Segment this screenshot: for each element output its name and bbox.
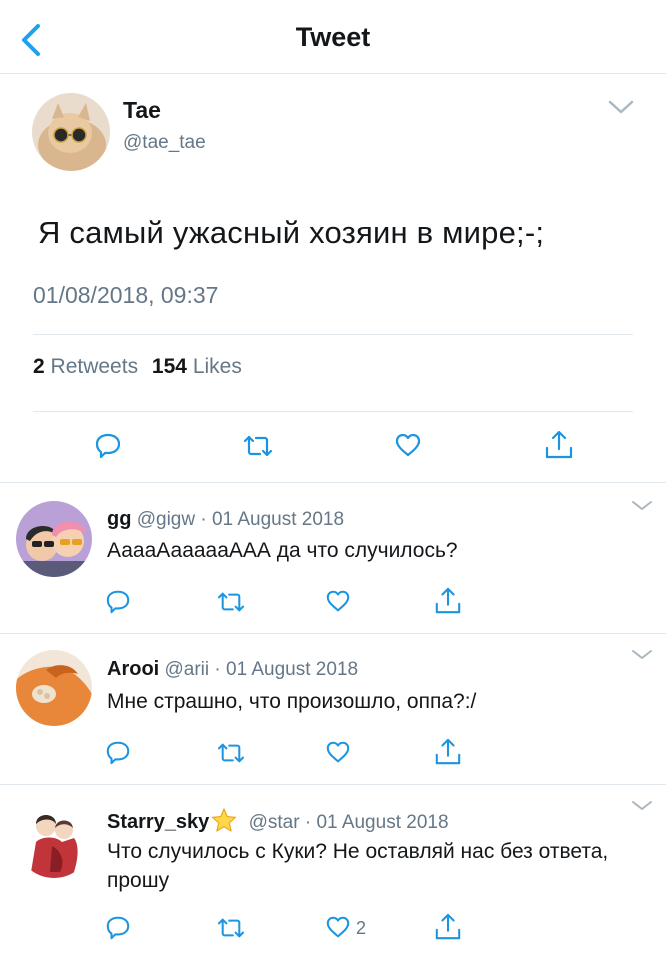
reply-icon (106, 741, 130, 765)
reply-user-name[interactable]: Arooi (107, 658, 159, 680)
share-button[interactable] (434, 738, 462, 766)
retweet-icon (217, 592, 245, 612)
heart-icon (326, 590, 350, 612)
retweet-button[interactable] (216, 916, 246, 940)
star-icon (211, 808, 237, 832)
reply-tweet[interactable]: Arooi @arii · 01 August 2018 Мне страшно… (0, 635, 666, 785)
tweet-menu-button[interactable] (606, 97, 636, 117)
tweet-datetime: 01/08/2018, 09:37 (33, 282, 219, 308)
share-button[interactable] (434, 587, 462, 615)
likes-label[interactable]: Likes (193, 355, 242, 378)
divider (33, 334, 633, 335)
chevron-down-icon (608, 100, 634, 114)
retweet-button[interactable] (216, 590, 246, 614)
reply-date[interactable]: 01 August 2018 (226, 659, 358, 680)
reply-user-name[interactable]: Starry_sky (107, 811, 209, 833)
reply-menu-button[interactable] (630, 498, 654, 514)
reply-tweet[interactable]: gg @gigw · 01 August 2018 АаааАаааааААА … (0, 484, 666, 634)
separator-dot: · (214, 659, 221, 680)
reply-text: Мне страшно, что произошло, оппа?:/ (107, 690, 477, 713)
reply-button[interactable] (105, 739, 131, 765)
reply-user-handle[interactable]: @star (249, 812, 300, 833)
share-button[interactable] (434, 913, 462, 941)
avatar[interactable] (16, 650, 92, 726)
reply-tweet[interactable]: Starry_sky @star · 01 August 2018 Что сл… (0, 786, 666, 960)
likes-count[interactable]: 154 (152, 355, 187, 378)
top-bar: Tweet (0, 0, 666, 74)
share-icon (435, 587, 461, 614)
reply-button[interactable] (94, 431, 122, 459)
divider (33, 411, 633, 412)
heart-icon (326, 741, 350, 763)
like-button[interactable] (325, 588, 351, 614)
like-button[interactable] (325, 914, 351, 940)
reply-header: gg @gigw · 01 August 2018 (107, 508, 344, 531)
reply-icon (106, 590, 130, 614)
share-icon (545, 430, 573, 459)
reply-header: Starry_sky @star · 01 August 2018 (107, 808, 449, 834)
retweet-button[interactable] (242, 433, 274, 459)
user-handle[interactable]: @tae_tae (123, 132, 206, 154)
heart-icon (326, 916, 350, 938)
chevron-down-icon (632, 801, 652, 810)
main-tweet: Tae @tae_tae Я самый ужасный хозяин в ми… (0, 75, 666, 483)
reply-button[interactable] (105, 588, 131, 614)
like-button[interactable] (394, 431, 422, 459)
reply-menu-button[interactable] (630, 647, 654, 663)
retweet-icon (217, 918, 245, 938)
like-button[interactable] (325, 739, 351, 765)
reply-button[interactable] (105, 914, 131, 940)
share-icon (435, 913, 461, 940)
user-name[interactable]: Tae (123, 97, 161, 124)
reply-date[interactable]: 01 August 2018 (316, 812, 448, 833)
reply-user-handle[interactable]: @gigw (137, 509, 195, 530)
reply-icon (106, 916, 130, 940)
heart-icon (395, 433, 421, 457)
reply-menu-button[interactable] (630, 798, 654, 814)
reply-icon (95, 433, 121, 459)
avatar[interactable] (32, 93, 110, 171)
like-count: 2 (356, 918, 367, 938)
retweets-count[interactable]: 2 (33, 355, 45, 378)
reply-user-handle[interactable]: @arii (165, 659, 210, 680)
retweet-icon (217, 743, 245, 763)
tweet-stats: 2 Retweets 154 Likes (33, 355, 242, 379)
reply-header: Arooi @arii · 01 August 2018 (107, 658, 358, 681)
separator-dot: · (200, 509, 207, 530)
share-icon (435, 738, 461, 765)
share-button[interactable] (544, 430, 574, 460)
chevron-down-icon (632, 650, 652, 659)
page-title: Tweet (295, 22, 371, 52)
reply-user-name[interactable]: gg (107, 508, 131, 530)
reply-text: Что случилось с Куки? Не оставляй нас бе… (107, 840, 609, 892)
separator-dot: · (304, 812, 312, 833)
retweet-icon (243, 435, 273, 457)
tweet-text: Я самый ужасный хозяин в мире;-; (38, 215, 545, 250)
retweets-label[interactable]: Retweets (51, 355, 139, 378)
chevron-down-icon (632, 501, 652, 510)
avatar[interactable] (16, 802, 92, 878)
reply-date[interactable]: 01 August 2018 (212, 509, 344, 530)
avatar[interactable] (16, 501, 92, 577)
reply-text: АаааАаааааААА да что случилось? (107, 539, 458, 562)
retweet-button[interactable] (216, 741, 246, 765)
